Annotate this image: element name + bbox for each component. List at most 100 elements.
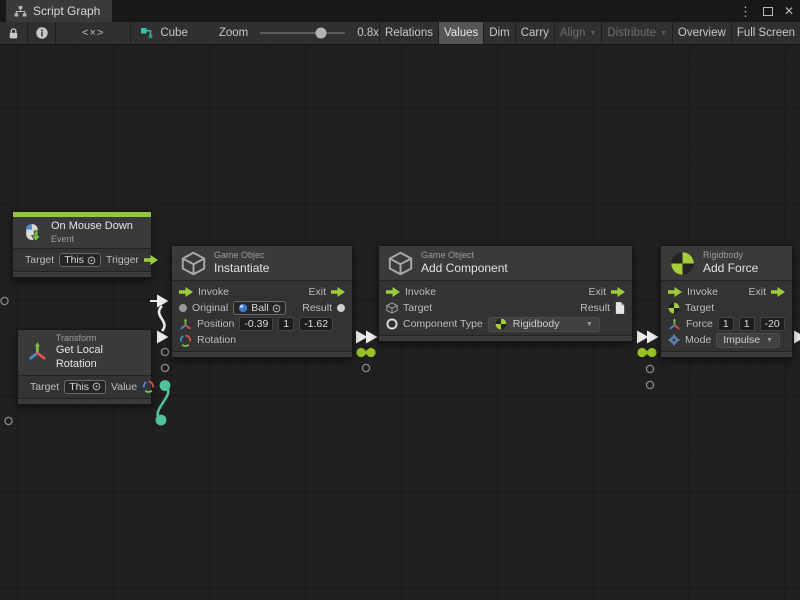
exit-out-port[interactable]: [331, 287, 345, 297]
window-tab-bar: Script Graph ⋮ ✕: [0, 0, 800, 22]
graph-asset-icon: [140, 26, 154, 40]
mode-dropdown[interactable]: Impulse ▼: [716, 333, 780, 348]
node-footer: [13, 271, 151, 277]
maximize-icon[interactable]: [763, 7, 773, 16]
lock-button[interactable]: [0, 22, 28, 44]
node-instantiate[interactable]: Game Objec Instantiate Invoke Exit Origi…: [171, 245, 353, 358]
port-label-exit: Exit: [588, 286, 606, 298]
position-z-field[interactable]: -1.62: [299, 317, 333, 331]
zoom-slider-knob[interactable]: [316, 28, 327, 39]
rotation-icon: [142, 380, 155, 393]
rigidbody-icon: [495, 318, 507, 330]
node-footer: [661, 351, 792, 357]
force-z-field[interactable]: -20: [760, 317, 785, 331]
target-picker-icon[interactable]: [87, 256, 96, 265]
target-field[interactable]: This: [64, 380, 106, 394]
node-footer: [379, 335, 632, 341]
node-add-component[interactable]: Game Object Add Component Invoke Exit Ta…: [378, 245, 633, 342]
target-picker-icon[interactable]: [92, 382, 101, 391]
invoke-in-port[interactable]: [668, 287, 682, 297]
force-y-field[interactable]: 1: [739, 317, 755, 331]
ball-icon: [238, 303, 248, 313]
exit-out-port[interactable]: [771, 287, 785, 297]
relations-button[interactable]: Relations: [379, 22, 438, 44]
node-get-local-rotation[interactable]: Transform Get Local Rotation Target This…: [17, 329, 152, 405]
exit-out-port[interactable]: [611, 287, 625, 297]
zoom-slider[interactable]: [260, 32, 345, 34]
port-label-mode: Mode: [685, 334, 711, 346]
wire-trigger-to-invoke[interactable]: [150, 295, 169, 344]
wire-exit-to-invoke-2[interactable]: [637, 331, 659, 344]
port-addf-mode: [646, 381, 653, 388]
force-x-field[interactable]: 1: [718, 317, 734, 331]
port-omd-target: [1, 297, 8, 304]
position-y-field[interactable]: 1: [278, 317, 294, 331]
target-field[interactable]: This: [59, 253, 101, 267]
port-label-trigger: Trigger: [106, 254, 139, 266]
mouse-icon: [22, 222, 43, 243]
fullscreen-button[interactable]: Full Screen: [731, 22, 800, 44]
transform-icon: [668, 318, 681, 331]
overview-button[interactable]: Overview: [672, 22, 731, 44]
more-icon[interactable]: ⋮: [739, 5, 752, 18]
port-label-invoke: Invoke: [687, 286, 718, 298]
port-label-result: Result: [580, 302, 610, 314]
node-on-mouse-down[interactable]: On Mouse Down Event Target This Trigger: [12, 211, 152, 278]
invoke-in-port[interactable]: [386, 287, 400, 297]
document-icon[interactable]: [615, 302, 625, 314]
close-icon[interactable]: ✕: [784, 4, 794, 18]
wire-result-to-target-1[interactable]: [356, 348, 375, 357]
wire-exit-to-invoke-1[interactable]: [356, 331, 378, 344]
type-ring-icon: [386, 318, 398, 330]
port-label-target: Target: [30, 381, 59, 393]
values-button[interactable]: Values: [438, 22, 483, 44]
port-inst-original: [161, 348, 168, 355]
original-field[interactable]: Ball: [233, 301, 286, 315]
node-title: Add Component: [421, 261, 508, 276]
port-label-result: Result: [302, 302, 332, 314]
port-label-target: Target: [403, 302, 432, 314]
chevron-down-icon: ▼: [660, 30, 667, 37]
invoke-in-port[interactable]: [179, 287, 193, 297]
mode-icon: [668, 334, 680, 346]
graph-reference[interactable]: Cube: [140, 26, 188, 40]
port-label-component-type: Component Type: [403, 318, 483, 330]
align-button[interactable]: Align▼: [554, 22, 602, 44]
port-label-invoke: Invoke: [198, 286, 229, 298]
position-x-field[interactable]: -0.39: [239, 317, 273, 331]
transform-icon: [27, 341, 48, 363]
code-toggle-button[interactable]: <×>: [56, 22, 131, 44]
rigidbody-icon: [668, 302, 680, 314]
zoom-value: 0.8x: [357, 27, 379, 39]
wire-value-to-rotation[interactable]: [156, 380, 171, 425]
tab-script-graph[interactable]: Script Graph: [6, 0, 112, 22]
port-label-target: Target: [25, 254, 54, 266]
result-out-port[interactable]: [337, 304, 345, 312]
node-title: Get Local Rotation: [56, 344, 142, 372]
node-title: Instantiate: [214, 261, 269, 276]
cube-wireframe-icon: [181, 251, 206, 276]
node-category: Game Objec: [214, 250, 269, 261]
node-title: On Mouse Down: [51, 220, 133, 234]
info-button[interactable]: [28, 22, 56, 44]
trigger-out-port[interactable]: [144, 255, 158, 265]
node-footer: [172, 351, 352, 357]
port-glr-target: [5, 417, 12, 424]
node-category: Game Object: [421, 250, 508, 261]
target-picker-icon[interactable]: [272, 304, 281, 313]
lock-icon: [7, 27, 20, 40]
tab-title: Script Graph: [33, 4, 100, 18]
node-category: Rigidbody: [703, 250, 758, 261]
component-type-dropdown[interactable]: Rigidbody ▼: [488, 317, 600, 332]
wire-result-to-target-2[interactable]: [637, 348, 656, 357]
port-label-invoke: Invoke: [405, 286, 436, 298]
port-label-exit: Exit: [308, 286, 326, 298]
rotation-icon: [179, 334, 192, 347]
wire-exit-offscreen[interactable]: [794, 331, 800, 344]
carry-button[interactable]: Carry: [515, 22, 554, 44]
info-icon: [35, 26, 49, 40]
distribute-button[interactable]: Distribute▼: [601, 22, 672, 44]
node-add-force[interactable]: Rigidbody Add Force Invoke Exit Target F…: [660, 245, 793, 358]
dim-button[interactable]: Dim: [483, 22, 514, 44]
port-label-original: Original: [192, 302, 228, 314]
